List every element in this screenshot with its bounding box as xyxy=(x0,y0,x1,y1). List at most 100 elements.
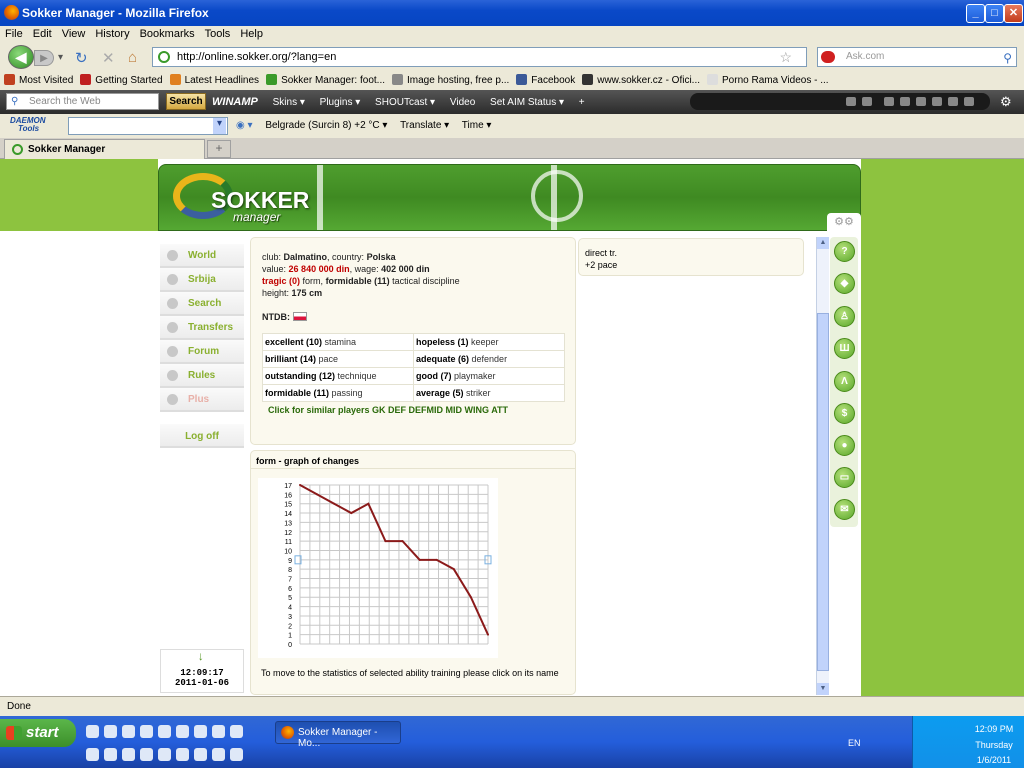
sidenav-rules[interactable]: Rules xyxy=(160,364,244,388)
shield-icon[interactable]: ◆ xyxy=(834,273,855,294)
bookmark-item[interactable]: Latest Headlines xyxy=(166,70,263,86)
quicklaunch-icon[interactable] xyxy=(140,748,153,761)
bookmark-item[interactable]: Sokker Manager: foot... xyxy=(262,70,388,86)
quicklaunch-icon[interactable] xyxy=(104,748,117,761)
reload-icon[interactable]: ↻ xyxy=(75,49,88,67)
winamp-aim-status[interactable]: Set AIM Status ▾ xyxy=(490,97,564,108)
scroll-thumb[interactable] xyxy=(817,313,829,671)
similar-players-link[interactable]: Click for similar players GK DEF DEFMID … xyxy=(268,405,508,415)
quicklaunch-icon[interactable] xyxy=(176,748,189,761)
scroll-up-button[interactable]: ▲ xyxy=(817,237,829,249)
search-icon[interactable]: ⚲ xyxy=(1003,49,1012,67)
player-icon[interactable]: ♙ xyxy=(834,306,855,327)
quicklaunch-icon[interactable] xyxy=(104,725,117,738)
club-name[interactable]: Dalmatino xyxy=(284,252,328,262)
sidenav-search[interactable]: Search xyxy=(160,292,244,316)
quicklaunch-icon[interactable] xyxy=(122,748,135,761)
gear-icon[interactable]: ⚙ xyxy=(1000,94,1012,110)
sidenav-forum[interactable]: Forum xyxy=(160,340,244,364)
bookmark-item[interactable]: Getting Started xyxy=(76,70,165,86)
globe-icon[interactable]: ◉ ▾ xyxy=(236,120,253,131)
bookmark-item[interactable]: Image hosting, free p... xyxy=(388,70,512,86)
mail-icon[interactable]: ✉ xyxy=(834,499,855,520)
menu-file[interactable]: File xyxy=(0,26,28,40)
menu-bookmarks[interactable]: Bookmarks xyxy=(135,26,200,40)
winamp-add[interactable]: + xyxy=(579,97,585,108)
quicklaunch-icon[interactable] xyxy=(122,725,135,738)
bookmark-item[interactable]: www.sokker.cz - Ofici... xyxy=(578,70,703,86)
quicklaunch-icon[interactable] xyxy=(86,748,99,761)
tab-sokker-manager[interactable]: Sokker Manager xyxy=(4,139,205,159)
stop-icon[interactable]: ✕ xyxy=(102,49,115,67)
training-icon[interactable]: Λ xyxy=(834,371,855,392)
calendar-icon[interactable]: ▭ xyxy=(834,467,855,488)
menu-history[interactable]: History xyxy=(90,26,134,40)
skill-cell[interactable]: average (5) striker xyxy=(413,384,565,402)
quicklaunch-icon[interactable] xyxy=(86,725,99,738)
url-bar[interactable]: http://online.sokker.org/?lang=en ☆ xyxy=(152,47,807,67)
new-tab-button[interactable]: + xyxy=(207,140,231,158)
country-name[interactable]: Polska xyxy=(367,252,396,262)
volume-icon[interactable] xyxy=(964,97,974,106)
bookmark-item[interactable]: Porno Rama Videos - ... xyxy=(703,70,832,86)
money-icon[interactable]: $ xyxy=(834,403,855,424)
forward-button[interactable]: ▶ xyxy=(34,50,54,66)
next-icon[interactable] xyxy=(948,97,958,106)
winamp-logo[interactable]: WINAMP xyxy=(212,96,258,108)
language-indicator[interactable]: EN xyxy=(848,738,861,748)
quicklaunch-icon[interactable] xyxy=(158,725,171,738)
quicklaunch-icon[interactable] xyxy=(140,725,153,738)
skill-cell[interactable]: brilliant (14) pace xyxy=(262,350,414,368)
help-icon[interactable]: ? xyxy=(834,241,855,262)
winamp-skins[interactable]: Skins ▾ xyxy=(273,97,305,108)
bookmark-star-icon[interactable]: ☆ xyxy=(779,48,792,66)
settings-gear-icon[interactable]: ⚙⚙ xyxy=(827,213,861,231)
translate-item[interactable]: Translate ▾ xyxy=(400,120,449,131)
skill-cell[interactable]: outstanding (12) technique xyxy=(262,367,414,385)
start-button[interactable]: start xyxy=(0,719,76,747)
scroll-down-button[interactable]: ▼ xyxy=(817,683,829,695)
menu-edit[interactable]: Edit xyxy=(28,26,57,40)
daemon-tools-logo[interactable]: DAEMON Tools xyxy=(10,117,46,133)
web-search-button[interactable]: Search xyxy=(166,93,206,110)
prev-icon[interactable] xyxy=(884,97,894,106)
quicklaunch-icon[interactable] xyxy=(194,748,207,761)
minimize-button[interactable]: _ xyxy=(966,4,985,23)
page-scrollbar[interactable]: ▲ ▼ xyxy=(816,237,829,695)
menu-help[interactable]: Help xyxy=(235,26,268,40)
sidenav-world[interactable]: World xyxy=(160,244,244,268)
time-item[interactable]: Time ▾ xyxy=(462,120,492,131)
bookmark-item[interactable]: Facebook xyxy=(512,70,578,86)
play-icon[interactable] xyxy=(900,97,910,106)
home-icon[interactable]: ⌂ xyxy=(128,49,137,66)
winamp-shoutcast[interactable]: SHOUTcast ▾ xyxy=(375,97,435,108)
pause-icon[interactable] xyxy=(916,97,926,106)
quicklaunch-icon[interactable] xyxy=(194,725,207,738)
site-logo[interactable]: SOKKER xyxy=(211,189,309,212)
stadium-icon[interactable]: Ш xyxy=(834,338,855,359)
winamp-video[interactable]: Video xyxy=(450,97,475,108)
menu-view[interactable]: View xyxy=(57,26,91,40)
close-button[interactable]: ✕ xyxy=(1004,4,1023,23)
back-button[interactable]: ◀ xyxy=(8,45,34,69)
daemon-input[interactable] xyxy=(68,117,228,135)
logoff-button[interactable]: Log off xyxy=(160,424,244,448)
skill-cell[interactable]: hopeless (1) keeper xyxy=(413,333,565,351)
quicklaunch-icon[interactable] xyxy=(212,725,225,738)
ball-icon[interactable]: ● xyxy=(834,435,855,456)
quicklaunch-icon[interactable] xyxy=(176,725,189,738)
skill-cell[interactable]: adequate (6) defender xyxy=(413,350,565,368)
skill-cell[interactable]: formidable (11) passing xyxy=(262,384,414,402)
quicklaunch-icon[interactable] xyxy=(158,748,171,761)
winamp-player-controls[interactable] xyxy=(690,93,990,110)
taskbar-firefox-window[interactable]: Sokker Manager - Mo... xyxy=(275,721,401,749)
sidenav-transfers[interactable]: Transfers xyxy=(160,316,244,340)
sidenav-srbija[interactable]: Srbija xyxy=(160,268,244,292)
search-engine-box[interactable]: Ask.com ⚲ xyxy=(817,47,1017,67)
history-dropdown-icon[interactable]: ▾ xyxy=(58,52,63,63)
sidenav-plus[interactable]: Plus xyxy=(160,388,244,412)
web-search-input[interactable]: ⚲ Search the Web xyxy=(6,93,159,110)
tray-time[interactable]: 12:09 PM xyxy=(963,724,1024,734)
bookmark-item[interactable]: Most Visited xyxy=(0,70,76,86)
menu-tools[interactable]: Tools xyxy=(200,26,236,40)
